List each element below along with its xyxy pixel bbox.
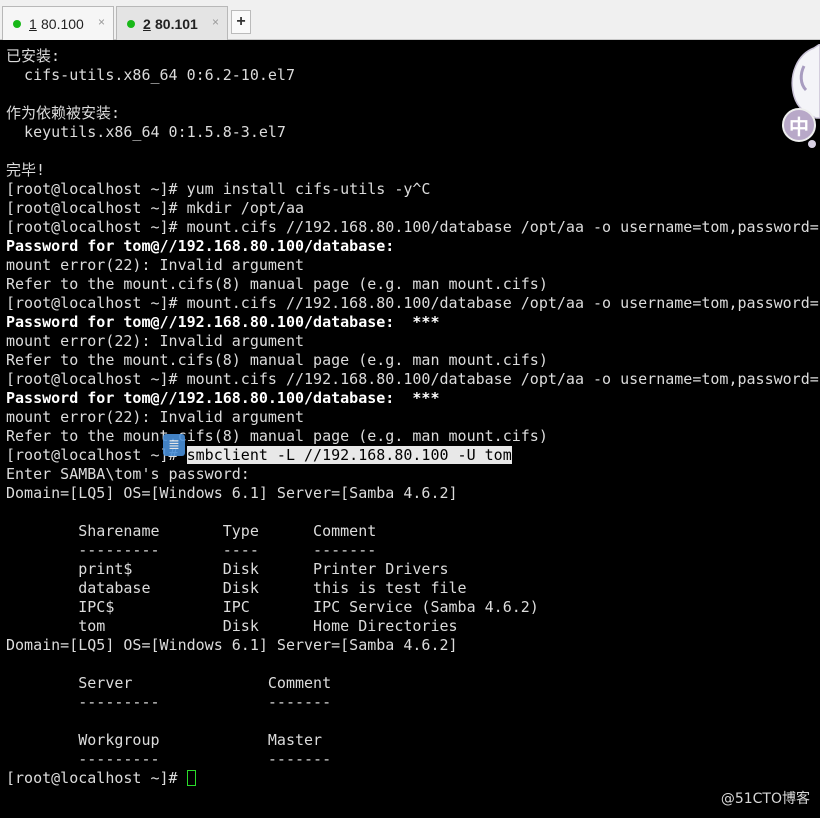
terminal-line: [root@localhost ~]# yum install cifs-uti… (6, 180, 431, 198)
selected-command[interactable]: smbclient -L //192.168.80.100 -U tom (186, 446, 512, 464)
terminal-line: [root@localhost ~]# mount.cifs //192.168… (6, 294, 820, 312)
terminal-line: Server Comment (6, 674, 332, 692)
terminal-output[interactable]: 已安装: cifs-utils.x86_64 0:6.2-10.el7 作为依赖被… (0, 40, 820, 818)
new-tab-button[interactable]: + (231, 10, 251, 34)
close-icon[interactable]: × (212, 15, 219, 29)
terminal-line: mount error(22): Invalid argument (6, 332, 305, 350)
close-icon[interactable]: × (98, 15, 105, 29)
tab-number: 1 (29, 16, 37, 32)
terminal-line: Refer to the mount.cifs(8) manual page (… (6, 427, 548, 445)
terminal-line: --------- ------- (6, 693, 332, 711)
terminal-line: keyutils.x86_64 0:1.5.8-3.el7 (6, 123, 286, 141)
tab-number: 2 (143, 16, 151, 32)
terminal-line: Password for tom@//192.168.80.100/databa… (6, 237, 395, 255)
terminal-line: Password for tom@//192.168.80.100/databa… (6, 389, 440, 407)
ime-mascot-icon (791, 44, 820, 148)
tab-bar: 1 80.100 × 2 80.101 × + (0, 0, 820, 40)
terminal-line: IPC$ IPC IPC Service (Samba 4.6.2) (6, 598, 539, 616)
ime-chinese-icon[interactable]: 中 (782, 108, 816, 142)
terminal-line: [root@localhost ~]# (6, 769, 820, 788)
terminal-line: Domain=[LQ5] OS=[Windows 6.1] Server=[Sa… (6, 484, 458, 502)
tab-80-101[interactable]: 2 80.101 × (116, 6, 228, 40)
watermark: @51CTO博客 (720, 791, 810, 807)
terminal-line: Refer to the mount.cifs(8) manual page (… (6, 351, 548, 369)
terminal-line: tom Disk Home Directories (6, 617, 458, 635)
terminal-line: Workgroup Master (6, 731, 323, 749)
terminal-line: Password for tom@//192.168.80.100/databa… (6, 313, 440, 331)
terminal-line: 作为依赖被安装: (6, 104, 121, 122)
terminal-line: database Disk this is test file (6, 579, 467, 597)
terminal-line: Sharename Type Comment (6, 522, 377, 540)
tab-label: 80.101 (155, 16, 198, 32)
connection-status-icon (13, 20, 21, 28)
terminal-line: [root@localhost ~]# smbclient -L //192.1… (6, 446, 820, 465)
terminal-line: mount error(22): Invalid argument (6, 256, 305, 274)
terminal-line: Domain=[LQ5] OS=[Windows 6.1] Server=[Sa… (6, 636, 458, 654)
tab-label: 80.100 (41, 16, 84, 32)
terminal-line: [root@localhost ~]# mount.cifs //192.168… (6, 218, 820, 236)
shell-prompt: [root@localhost ~]# (6, 769, 187, 787)
terminal-line: 完毕! (6, 161, 46, 179)
terminal-line: Enter SAMBA\tom's password: (6, 465, 250, 483)
terminal-line: cifs-utils.x86_64 0:6.2-10.el7 (6, 66, 295, 84)
connection-status-icon (127, 20, 135, 28)
shell-prompt: [root@localhost ~]# (6, 446, 187, 464)
tab-80-100[interactable]: 1 80.100 × (2, 6, 114, 40)
terminal-lines: 已安装: cifs-utils.x86_64 0:6.2-10.el7 作为依赖被… (6, 47, 820, 788)
terminal-line: 已安装: (6, 47, 61, 65)
terminal-line: Refer to the mount.cifs(8) manual page (… (6, 275, 548, 293)
terminal-line: --------- ------- (6, 750, 332, 768)
terminal-cursor[interactable] (186, 770, 196, 786)
terminal-line: [root@localhost ~]# mkdir /opt/aa (6, 199, 305, 217)
terminal-line: mount error(22): Invalid argument (6, 408, 305, 426)
terminal-line: [root@localhost ~]# mount.cifs //192.168… (6, 370, 820, 388)
terminal-line: --------- ---- ------- (6, 541, 377, 559)
terminal-line: print$ Disk Printer Drivers (6, 560, 449, 578)
copy-icon[interactable]: ≣ (163, 434, 185, 456)
